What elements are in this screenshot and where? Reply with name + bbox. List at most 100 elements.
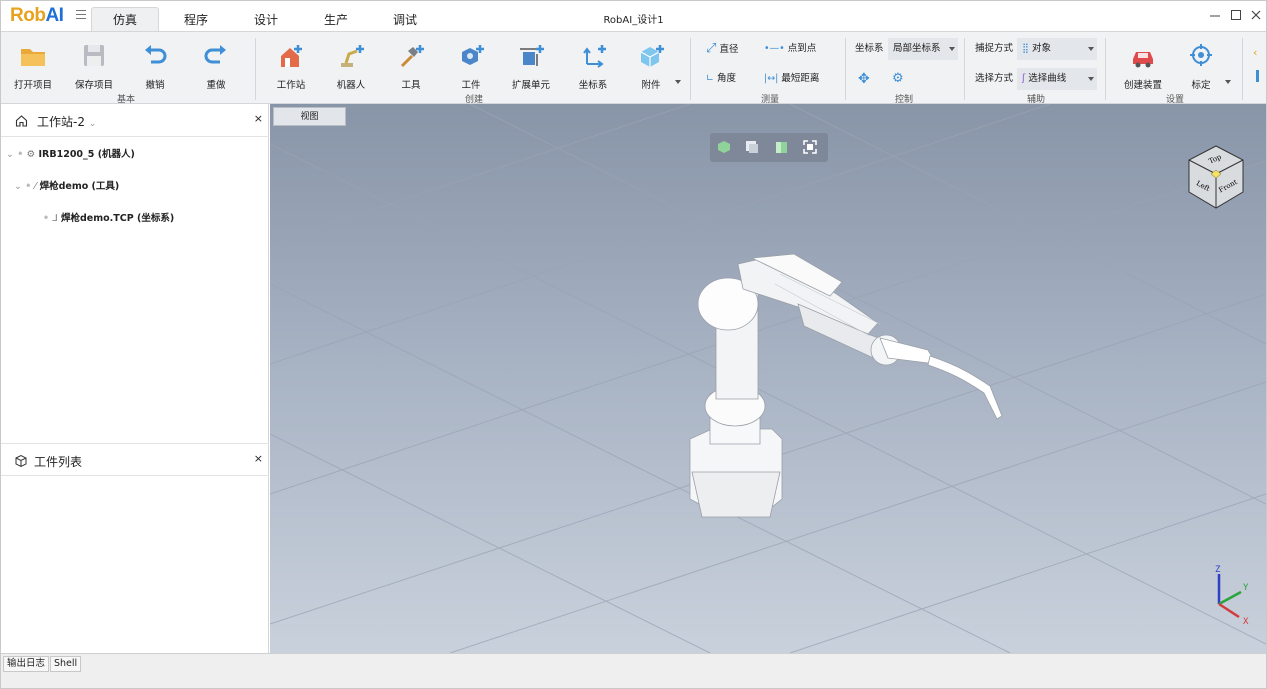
minimize-icon[interactable] <box>1208 8 1222 22</box>
select-mode-label: 选择方式 <box>975 73 1014 84</box>
select-mode-dropdown[interactable]: ʃ 选择曲线 <box>1017 68 1097 90</box>
fit-view-icon[interactable] <box>802 139 818 155</box>
angle-label: 角度 <box>717 73 737 84</box>
car-icon <box>1133 52 1153 68</box>
extension-unit-label: 扩展单元 <box>511 80 550 91</box>
view-tab[interactable]: 视图 <box>273 107 346 126</box>
point-to-point-icon: •—• <box>764 43 785 54</box>
workpiece-label: 工件 <box>461 80 481 91</box>
calibrate-dropdown-icon[interactable] <box>1225 80 1231 84</box>
3d-viewport[interactable]: 视图 Top Left Front Z Y X <box>270 104 1266 653</box>
ribbon-separator <box>845 38 846 100</box>
axis-triad: Z Y X <box>1215 565 1249 627</box>
tree-item-robot[interactable]: ⌄ • ⚙ IRB1200_5 (机器人) <box>6 146 135 160</box>
frame-icon <box>583 45 606 68</box>
create-device-button[interactable]: 创建装置 <box>1113 38 1173 92</box>
close-icon[interactable]: × <box>254 112 263 125</box>
save-icon <box>84 45 104 66</box>
diameter-button[interactable]: ⤢ 直径 <box>706 40 738 58</box>
attachment-dropdown-icon[interactable] <box>675 80 681 84</box>
tab-output-log[interactable]: 输出日志 <box>3 656 50 672</box>
tree-item-tcp[interactable]: • ⅃ 焊枪demo.TCP (坐标系) <box>43 210 174 224</box>
curve-icon: ʃ <box>1022 73 1026 84</box>
target-icon <box>1190 44 1212 66</box>
angle-button[interactable]: ∟ 角度 <box>706 70 736 88</box>
move-icon[interactable]: ✥ <box>858 70 870 88</box>
ribbon-overflow-icon[interactable] <box>1256 70 1259 82</box>
tool-icon: ⁄ <box>34 181 37 192</box>
tool-label: 工具 <box>401 80 421 91</box>
ribbon-more-icon[interactable]: ‹ <box>1253 46 1257 59</box>
redo-label: 重做 <box>206 80 226 91</box>
ribbon-toolbar: 打开项目 保存项目 撤销 重做 基本 工作站 机器人 工具 工件 扩展单元 坐标… <box>1 31 1266 105</box>
parts-list-title: 工件列表 <box>34 455 83 469</box>
tab-production[interactable]: 生产 <box>306 9 366 31</box>
open-project-button[interactable]: 打开项目 <box>3 38 63 92</box>
frame-icon: ⅃ <box>52 213 58 224</box>
cube-outline-icon <box>15 454 27 468</box>
workstation-button[interactable]: 工作站 <box>261 38 321 92</box>
view-toolbar <box>710 133 828 162</box>
view-cube[interactable]: Top Left Front <box>1185 144 1247 212</box>
tab-design[interactable]: 设计 <box>236 9 296 31</box>
tab-simulation[interactable]: 仿真 <box>91 7 159 31</box>
workstation-icon <box>281 45 302 67</box>
robot-icon: ⚙ <box>26 149 36 160</box>
redo-icon <box>204 45 226 64</box>
extension-unit-button[interactable]: 扩展单元 <box>501 38 561 92</box>
tab-shell[interactable]: Shell <box>50 656 82 672</box>
frame-select-dropdown[interactable]: 局部坐标系 <box>888 38 958 60</box>
side-view-icon[interactable] <box>774 139 790 155</box>
close-icon[interactable] <box>1249 8 1263 22</box>
maximize-icon[interactable] <box>1229 8 1243 22</box>
ribbon-separator <box>964 38 965 100</box>
close-icon[interactable]: × <box>254 452 263 465</box>
extension-unit-icon <box>520 45 544 66</box>
ribbon-separator <box>1242 38 1243 100</box>
attachment-button[interactable]: 附件 <box>621 38 681 92</box>
app-window: RobAI 仿真 程序 设计 生产 调试 RobAI_设计1 打开项目 保存项目… <box>0 0 1267 689</box>
attachment-label: 附件 <box>641 80 661 91</box>
snap-mode-dropdown[interactable]: ⣿ 对象 <box>1017 38 1097 60</box>
ribbon-separator <box>690 38 691 100</box>
ribbon-separator <box>1105 38 1106 100</box>
robot-label: 机器人 <box>336 80 366 91</box>
folder-icon <box>21 49 45 66</box>
home-icon <box>15 115 28 127</box>
diameter-icon: ⤢ <box>706 41 717 56</box>
tab-debug[interactable]: 调试 <box>375 9 435 31</box>
select-mode-value: 选择曲线 <box>1028 73 1067 84</box>
shortest-distance-label: 最短距离 <box>781 73 820 84</box>
z-axis-label: Z <box>1215 565 1221 575</box>
undo-button[interactable]: 撤销 <box>125 38 185 92</box>
open-project-label: 打开项目 <box>13 80 52 91</box>
jog-robot-icon[interactable]: ⚙ <box>892 70 904 88</box>
tool-button[interactable]: 工具 <box>381 38 441 92</box>
create-device-label: 创建装置 <box>1123 80 1162 91</box>
tree-label: IRB1200_5 (机器人) <box>38 149 135 160</box>
hamburger-menu-icon[interactable] <box>76 10 86 19</box>
snap-mode-value: 对象 <box>1032 43 1052 54</box>
point-to-point-button[interactable]: •—• 点到点 <box>764 40 816 58</box>
calibrate-button[interactable]: 标定 <box>1171 38 1231 92</box>
workstation-title[interactable]: 工作站-2 ⌄ <box>37 113 96 130</box>
chevron-down-icon[interactable]: ⌄ <box>14 181 22 192</box>
x-axis-label: X <box>1243 617 1249 627</box>
redo-button[interactable]: 重做 <box>186 38 246 92</box>
robot-button[interactable]: 机器人 <box>321 38 381 92</box>
save-project-button[interactable]: 保存项目 <box>64 38 124 92</box>
tab-program[interactable]: 程序 <box>166 9 226 31</box>
chevron-down-icon[interactable]: ⌄ <box>6 149 14 160</box>
front-view-icon[interactable] <box>744 139 760 155</box>
iso-view-icon[interactable] <box>716 139 732 155</box>
frame-button[interactable]: 坐标系 <box>563 38 623 92</box>
chevron-down-icon[interactable]: ⌄ <box>89 119 97 129</box>
tree-item-tool[interactable]: ⌄ • ⁄ 焊枪demo (工具) <box>14 178 119 192</box>
shortest-distance-icon: |↔| <box>764 73 779 84</box>
grid-dots-icon: ⣿ <box>1022 43 1029 54</box>
ribbon-separator <box>255 38 256 100</box>
robot-model[interactable] <box>680 244 1010 544</box>
workpiece-button[interactable]: 工件 <box>441 38 501 92</box>
tree-label: 焊枪demo (工具) <box>39 181 120 192</box>
shortest-distance-button[interactable]: |↔| 最短距离 <box>764 70 819 88</box>
